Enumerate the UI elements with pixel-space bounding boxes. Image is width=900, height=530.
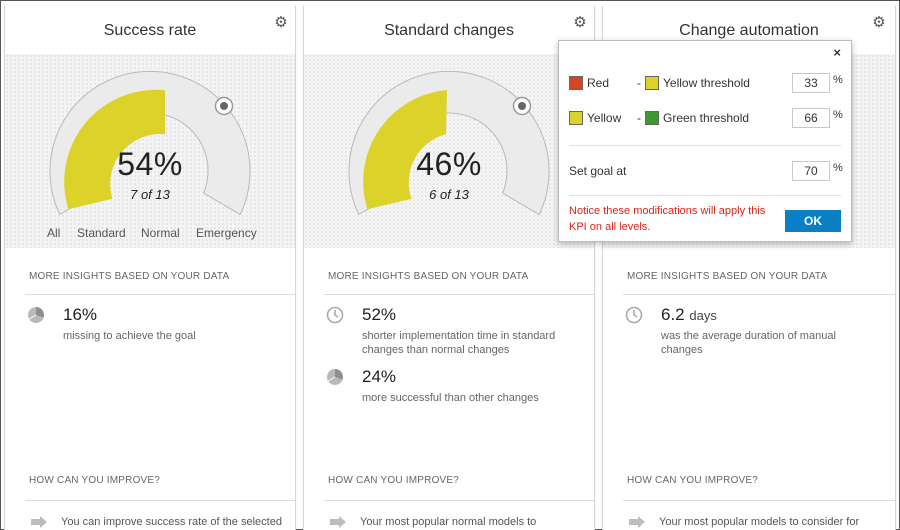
yellow-swatch: [569, 111, 583, 125]
divider: [324, 500, 594, 501]
filter-normal[interactable]: Normal: [141, 226, 180, 240]
improve-text: You can improve success rate of the sele…: [61, 516, 282, 528]
gauge-percent: 46%: [416, 146, 482, 182]
clock-icon: [625, 306, 643, 324]
clock-icon: [326, 306, 344, 324]
pie-chart-icon: [327, 369, 343, 385]
gear-icon[interactable]: ⚙: [572, 15, 588, 31]
ok-button[interactable]: OK: [785, 210, 841, 232]
red-label: Red: [587, 76, 610, 90]
card-title: Standard changes: [384, 22, 514, 39]
red-swatch: [569, 76, 583, 90]
insight-description: more successful than other changes: [362, 392, 539, 404]
percent-sign: %: [833, 74, 843, 86]
divider: [569, 145, 841, 146]
card-title: Success rate: [103, 22, 197, 39]
gauge-panel: 46% 6 of 13: [304, 54, 594, 248]
divider: [25, 294, 295, 295]
insight-value: 52%: [362, 305, 397, 324]
gauge-fraction: 6 of 13: [429, 187, 469, 202]
gauge-fraction: 7 of 13: [130, 187, 170, 202]
improve-heading: HOW CAN YOU IMPROVE?: [29, 475, 161, 486]
filter-emergency[interactable]: Emergency: [196, 226, 257, 240]
notice-text: Notice these modifications will apply th…: [569, 205, 766, 233]
arrow-right-icon: [629, 516, 645, 528]
yellow-label: Yellow: [587, 111, 622, 125]
insight-description: shorter implementation time in standard …: [362, 330, 556, 356]
close-icon[interactable]: ×: [833, 45, 841, 60]
insight-unit: days: [689, 308, 717, 323]
divider: [569, 195, 841, 196]
red-yellow-threshold-row: Red - Yellow threshold %: [569, 73, 843, 93]
goal-row: Set goal at %: [569, 161, 843, 181]
kpi-card-standard-changes: Standard changes ⚙ 46% 6 of 13 MORE INSI…: [303, 6, 595, 530]
dash: -: [637, 111, 641, 125]
filter-all[interactable]: All: [47, 226, 60, 240]
divider: [324, 294, 594, 295]
dash: -: [637, 76, 641, 90]
arrow-right-icon: [31, 516, 47, 528]
insight-value: 6.2 days: [661, 305, 717, 325]
goal-label: Set goal at: [569, 164, 627, 178]
improve-text: Your most popular normal models to: [360, 516, 537, 528]
insight-value: 16%: [63, 305, 98, 324]
yellow-threshold-input[interactable]: [792, 73, 830, 93]
divider: [25, 500, 295, 501]
filter-standard[interactable]: Standard: [77, 226, 126, 240]
goal-input[interactable]: [792, 161, 830, 181]
yellow-swatch: [645, 76, 659, 90]
improve-heading: HOW CAN YOU IMPROVE?: [328, 475, 460, 486]
improve-text: Your most popular models to consider for: [659, 516, 860, 528]
insight-number: 6.2: [661, 305, 685, 324]
insights-heading: MORE INSIGHTS BASED ON YOUR DATA: [328, 271, 529, 282]
gauge-percent: 54%: [117, 146, 183, 182]
yellow-green-threshold-row: Yellow - Green threshold %: [569, 108, 843, 128]
green-threshold-label: Green threshold: [663, 111, 750, 125]
card-title: Change automation: [679, 22, 819, 39]
insights-heading: MORE INSIGHTS BASED ON YOUR DATA: [627, 271, 828, 282]
threshold-settings-popup: × Red - Yellow threshold % Yellow - Gree…: [558, 40, 852, 242]
percent-sign: %: [833, 109, 843, 121]
green-threshold-input[interactable]: [792, 108, 830, 128]
divider: [623, 294, 895, 295]
gear-icon[interactable]: ⚙: [871, 15, 887, 31]
insight-description: missing to achieve the goal: [63, 330, 196, 342]
pie-chart-icon: [28, 307, 44, 323]
percent-sign: %: [833, 162, 843, 174]
improve-heading: HOW CAN YOU IMPROVE?: [627, 475, 759, 486]
gauge-panel: 54% 7 of 13 All Standard Normal Emergenc…: [5, 54, 295, 248]
filter-bar: All Standard Normal Emergency: [5, 226, 295, 242]
insights-heading: MORE INSIGHTS BASED ON YOUR DATA: [29, 271, 230, 282]
insight-description: was the average duration of manual chang…: [661, 330, 836, 356]
arrow-right-icon: [330, 516, 346, 528]
green-swatch: [645, 111, 659, 125]
yellow-threshold-label: Yellow threshold: [663, 76, 750, 90]
divider: [623, 500, 895, 501]
gear-icon[interactable]: ⚙: [273, 15, 289, 31]
insight-value: 24%: [362, 367, 397, 386]
kpi-card-success-rate: Success rate ⚙ 54% 7 of 13 All Standard …: [4, 6, 296, 530]
